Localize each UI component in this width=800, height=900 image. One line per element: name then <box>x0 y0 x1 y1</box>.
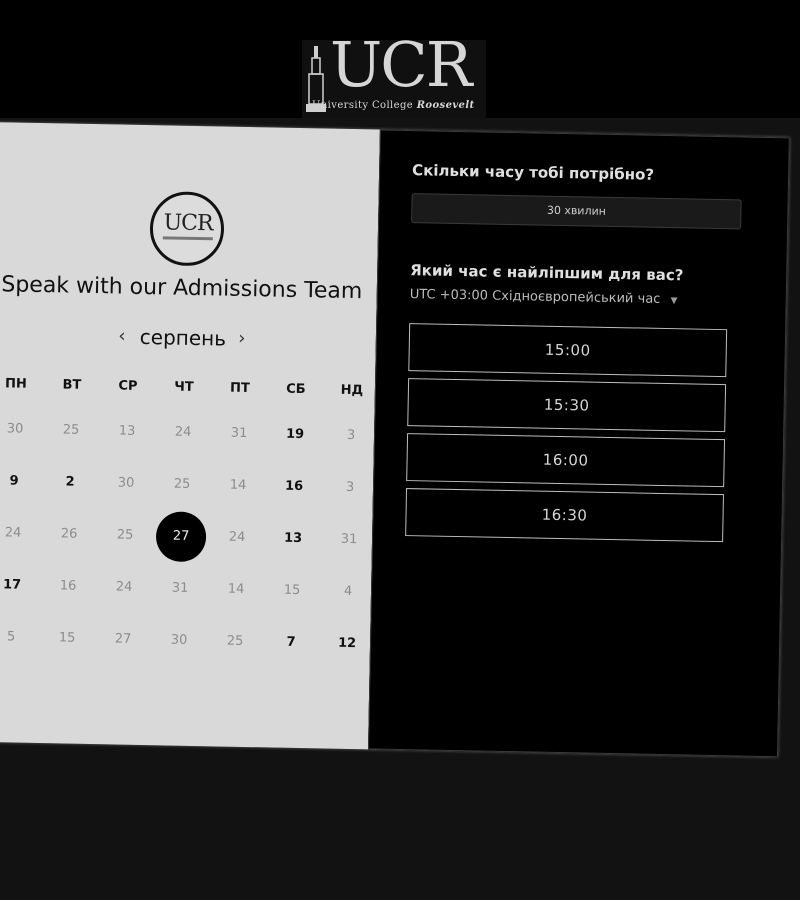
weekday-mon: ПН <box>4 376 27 392</box>
calendar-day[interactable]: 12 <box>322 618 373 669</box>
page-title: Speak with our Admissions Team <box>1 272 363 305</box>
calendar-grid: 30 25 13 24 31 19 3 9 2 30 25 14 16 3 24 26 25 27 24 13 31 17… <box>0 404 375 671</box>
logo-subtitle: University College Roosevelt <box>312 100 475 111</box>
month-label: серпень <box>139 324 227 351</box>
calendar-day[interactable]: 31 <box>155 563 206 614</box>
calendar-day[interactable]: 3 <box>326 411 377 462</box>
calendar-day[interactable]: 25 <box>46 405 97 456</box>
time-question: Який час є найліпшим для вас? <box>410 261 684 285</box>
calendar-panel: UCR Speak with our Admissions Team ‹ сер… <box>0 122 380 750</box>
calendar-day[interactable]: 24 <box>212 512 263 563</box>
logo-subtitle-regular: University College <box>312 100 414 111</box>
calendar-day[interactable]: 26 <box>44 509 95 560</box>
weekday-thu: ЧТ <box>174 379 194 395</box>
calendar-day[interactable]: 14 <box>213 460 264 511</box>
time-slot-button[interactable]: 16:30 <box>405 488 724 543</box>
calendar-day[interactable]: 5 <box>0 612 37 663</box>
timezone-dropdown[interactable]: UTC +03:00 Східноєвропейський час ▼ <box>410 287 678 307</box>
time-slot-button[interactable]: 16:00 <box>406 433 726 488</box>
duration-question: Скільки часу тобі потрібно? <box>411 161 655 184</box>
circle-logo: UCR <box>149 191 225 267</box>
calendar-day[interactable]: 24 <box>158 407 209 458</box>
calendar-day[interactable]: 19 <box>270 409 321 460</box>
calendar-day[interactable]: 25 <box>100 510 151 561</box>
calendar-day[interactable]: 13 <box>102 406 153 457</box>
calendar-day[interactable]: 3 <box>325 463 376 514</box>
weekday-wed: СР <box>118 378 138 394</box>
weekday-fri: ПТ <box>229 380 250 397</box>
calendar-day[interactable]: 31 <box>214 408 265 459</box>
calendar-day[interactable]: 7 <box>266 617 317 668</box>
logo-letters: UCR <box>330 28 472 101</box>
calendar-day[interactable]: 4 <box>323 566 374 617</box>
time-slot-button[interactable]: 15:00 <box>408 323 728 378</box>
duration-select[interactable]: 30 хвилин <box>411 193 742 230</box>
calendar-day[interactable]: 17 <box>0 560 38 611</box>
calendar-day[interactable]: 25 <box>157 459 208 510</box>
calendar-day[interactable]: 16 <box>269 461 320 512</box>
calendar-day-selected[interactable]: 27 <box>155 511 207 563</box>
calendar-day[interactable]: 13 <box>268 513 319 564</box>
time-slot-button[interactable]: 15:30 <box>407 378 727 433</box>
weekday-header: ПН ВТ СР ЧТ ПТ СБ НД <box>0 376 375 403</box>
booking-card: UCR Speak with our Admissions Team ‹ сер… <box>0 122 790 758</box>
weekday-tue: ВТ <box>62 377 82 393</box>
calendar-day[interactable]: 27 <box>98 614 149 665</box>
calendar-day[interactable]: 14 <box>211 564 262 615</box>
timezone-label: UTC +03:00 Східноєвропейський час <box>409 287 661 307</box>
calendar-day[interactable]: 31 <box>324 514 375 565</box>
caret-down-icon: ▼ <box>670 296 678 307</box>
ucr-logo: UCR University College Roosevelt <box>302 34 486 118</box>
next-month-button[interactable]: › <box>230 325 255 353</box>
calendar-day[interactable]: 16 <box>43 561 94 612</box>
logo-subtitle-bold: Roosevelt <box>416 100 475 111</box>
calendar-day[interactable]: 25 <box>210 616 261 667</box>
calendar-day[interactable]: 2 <box>45 457 96 508</box>
circle-logo-letters: UCR <box>163 210 213 237</box>
calendar-day[interactable]: 15 <box>267 565 318 616</box>
prev-month-button[interactable]: ‹ <box>110 322 135 350</box>
calendar-day[interactable]: 30 <box>0 404 41 455</box>
month-navigation: ‹ серпень › <box>0 320 376 357</box>
calendar-day[interactable]: 30 <box>101 458 152 509</box>
calendar-day[interactable]: 9 <box>0 456 40 507</box>
calendar-day[interactable]: 24 <box>99 562 150 613</box>
calendar-day[interactable]: 15 <box>42 613 93 664</box>
circle-logo-underline <box>162 236 213 241</box>
time-selection-panel: Скільки часу тобі потрібно? 30 хвилин Як… <box>368 129 790 758</box>
weekday-sun: НД <box>340 382 364 399</box>
calendar-day[interactable]: 30 <box>154 615 205 666</box>
calendar-day[interactable]: 24 <box>0 508 39 559</box>
weekday-sat: СБ <box>286 381 306 398</box>
